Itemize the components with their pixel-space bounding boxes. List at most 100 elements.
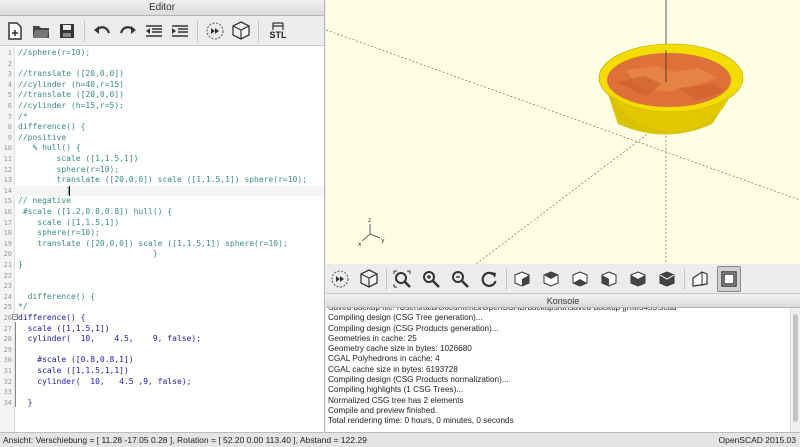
code-line[interactable]: 3 //translate ([20,0,0]) — [0, 69, 324, 80]
code-line[interactable]: 23 — [0, 281, 324, 292]
line-number: 24 — [3, 292, 12, 301]
console-line: Compiling highlights (1 CSG Trees)... — [328, 385, 464, 395]
line-number: 14 — [3, 186, 12, 195]
code-line[interactable]: 18 sphere(r=10); — [0, 228, 324, 239]
code-line[interactable]: 27 scale ([1,1.5,1]) — [0, 324, 324, 335]
console-line: Compiling design (CSG Tree generation)..… — [328, 313, 483, 323]
view-right-icon[interactable] — [510, 266, 534, 292]
3d-viewport[interactable]: z x y — [326, 0, 800, 264]
code-line[interactable]: 33 — [0, 387, 324, 398]
code-line[interactable]: 10 % hull() { — [0, 143, 324, 154]
code-line[interactable]: 4 //cylinder (h=40,r=15) — [0, 80, 324, 91]
line-number: 32 — [3, 377, 12, 386]
code-line[interactable]: 25 */ — [0, 302, 324, 313]
undo-icon[interactable] — [89, 18, 115, 44]
code-line[interactable]: 32 cylinder( 10, 4.5 ,9, false); — [0, 377, 324, 388]
code-text: //translate ([20,0,0]) — [18, 69, 124, 79]
console-line: Normalized CSG tree has 2 elements — [328, 395, 464, 405]
view-front-icon[interactable] — [626, 266, 650, 292]
preview-icon[interactable] — [202, 18, 228, 44]
code-text: sphere(r=10); — [18, 164, 120, 174]
line-number: 20 — [3, 250, 12, 259]
fold-guide — [15, 322, 16, 407]
code-line[interactable]: 16 #scale ([1.2,0.8,0.8]) hull() { — [0, 207, 324, 218]
unindent-icon[interactable] — [141, 18, 167, 44]
code-line[interactable]: 11 scale ([1,1.5,1]) — [0, 154, 324, 165]
indent-icon[interactable] — [167, 18, 193, 44]
code-text: % hull() { — [18, 143, 81, 153]
code-text: scale ([1,1.5,1]) — [18, 217, 120, 227]
code-line[interactable]: 21} — [0, 260, 324, 271]
render-icon[interactable] — [228, 18, 254, 44]
render-icon[interactable] — [357, 266, 381, 292]
code-line[interactable]: 6 //cylinder (h=15,r=5); — [0, 101, 324, 112]
code-text: */ — [18, 302, 28, 312]
preview-icon[interactable] — [328, 266, 352, 292]
line-number: 22 — [3, 271, 12, 280]
toolbar-separator — [386, 267, 387, 290]
view-top-icon[interactable] — [539, 266, 563, 292]
view-back-icon[interactable] — [655, 266, 679, 292]
perspective-icon[interactable] — [688, 266, 712, 292]
view-all-icon[interactable] — [390, 266, 414, 292]
line-number: 7 — [7, 112, 12, 121]
line-number: 2 — [7, 59, 12, 68]
code-line[interactable]: 9 //positive — [0, 133, 324, 144]
toolbar-separator — [684, 267, 685, 290]
line-number: 13 — [3, 176, 12, 185]
code-line[interactable]: 7 /* — [0, 112, 324, 123]
zoom-out-icon[interactable] — [448, 266, 472, 292]
code-text: scale ([1,1.5,1]) — [18, 154, 139, 163]
line-number: 28 — [3, 335, 12, 344]
view-left-icon[interactable] — [597, 266, 621, 292]
code-line[interactable]: 26 difference() {− — [0, 313, 324, 324]
code-line[interactable]: 14 } — [0, 185, 324, 197]
console-line: Compile and preview finished. — [328, 405, 438, 415]
scrollbar-thumb[interactable] — [793, 314, 798, 422]
code-line[interactable]: 8 difference() { — [0, 122, 324, 133]
console-scrollbar[interactable] — [790, 308, 800, 432]
reset-view-icon[interactable] — [477, 266, 501, 292]
status-bar: Ansicht: Verschiebung = [ 11.28 -17.05 0… — [0, 432, 800, 447]
code-text: } — [18, 185, 71, 195]
console-output[interactable]: Saved backup file: /Users/acb/Documents/… — [326, 308, 790, 432]
line-number: 1 — [7, 49, 12, 57]
code-line[interactable]: 30 #scale ([0.8,0.8,1]) — [0, 355, 324, 366]
code-text: #scale ([1.2,0.8,0.8]) hull() { — [18, 207, 173, 216]
code-line[interactable]: 19 translate ([20,0,0]) scale ([1,1.5,1]… — [0, 239, 324, 250]
code-line[interactable]: 5 //translate ([20,0,0]) — [0, 90, 324, 101]
code-text: difference() { — [18, 291, 96, 301]
view-bottom-icon[interactable] — [568, 266, 592, 292]
new-icon[interactable] — [2, 18, 28, 44]
code-editor[interactable]: 1//sphere(r=10); 2 3//translate ([20,0,0])… — [0, 47, 324, 432]
code-line[interactable]: 1 //sphere(r=10); — [0, 48, 324, 59]
code-line[interactable]: 28 cylinder( 10, 4.5, 9, false); — [0, 334, 324, 345]
code-line[interactable]: 29 — [0, 345, 324, 356]
editor-panel: Editor STL 1 //sphere(r=10); 2 3 //trans… — [0, 0, 325, 432]
save-icon[interactable] — [54, 18, 80, 44]
fold-toggle[interactable]: − — [12, 314, 18, 320]
line-number: 26 — [3, 314, 12, 322]
code-line[interactable]: 12 sphere(r=10); — [0, 165, 324, 176]
code-line[interactable]: 15 // negative — [0, 196, 324, 207]
console-panel: Konsole Saved backup file: /Users/acb/Do… — [326, 295, 800, 432]
code-line[interactable]: 13 translate ([20,0,0]) scale ([1,1.5,1]… — [0, 175, 324, 186]
code-line[interactable]: 17 scale ([1,1.5,1]) — [0, 218, 324, 229]
code-line[interactable]: 20 } — [0, 249, 324, 260]
zoom-in-icon[interactable] — [419, 266, 443, 292]
line-number: 21 — [3, 261, 12, 269]
code-line[interactable]: 34 } — [0, 398, 324, 409]
line-number: 4 — [7, 80, 12, 89]
export-stl-icon[interactable]: STL — [263, 18, 293, 44]
line-number: 34 — [3, 398, 12, 407]
code-line[interactable]: 24 difference() { — [0, 292, 324, 303]
code-line[interactable]: 2 — [0, 59, 324, 70]
code-text: } — [18, 260, 23, 269]
code-line[interactable]: 22 — [0, 271, 324, 282]
line-number: 25 — [3, 303, 12, 312]
open-icon[interactable] — [28, 18, 54, 44]
code-line[interactable]: 31 scale ([1,1.5,1,1]) — [0, 366, 324, 377]
code-text: scale ([1,1.5,1]) — [18, 323, 110, 333]
orthogonal-icon[interactable] — [717, 265, 741, 292]
redo-icon[interactable] — [115, 18, 141, 44]
